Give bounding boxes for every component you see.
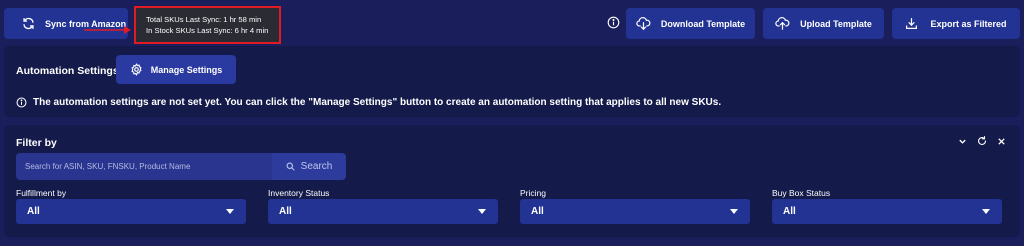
filter-panel-controls [958,136,1006,146]
automation-settings-panel: Automation Settings Manage Settings The … [4,46,1020,117]
info-icon[interactable] [607,16,620,29]
fulfillment-by-select[interactable]: All [16,199,246,224]
buy-box-status-label: Buy Box Status [772,188,831,198]
top-toolbar: Sync from Amazon Total SKUs Last Sync: 1… [0,0,1024,46]
buy-box-status-value: All [783,206,796,217]
export-as-filtered-button[interactable]: Export as Filtered [892,8,1020,39]
download-template-button[interactable]: Download Template [626,8,755,39]
sync-status-box: Total SKUs Last Sync: 1 hr 58 min In Sto… [134,6,281,44]
search-input[interactable] [25,162,272,171]
manage-settings-label: Manage Settings [150,64,223,75]
caret-down-icon [226,209,234,214]
gear-icon [131,63,142,76]
caret-down-icon [478,209,486,214]
search-field [16,153,272,180]
manage-settings-button[interactable]: Manage Settings [116,55,236,84]
chevron-down-icon[interactable] [958,137,967,146]
automation-notice: The automation settings are not set yet.… [16,97,721,108]
in-stock-skus-sync-text: In Stock SKUs Last Sync: 6 hr 4 min [146,26,269,35]
upload-template-button[interactable]: Upload Template [763,8,884,39]
filter-panel: Filter by Search Fulfillment by All Inve… [4,125,1020,237]
filter-title: Filter by [16,137,57,149]
total-skus-sync-text: Total SKUs Last Sync: 1 hr 58 min [146,15,262,24]
search-button-label: Search [300,161,333,172]
caret-down-icon [730,209,738,214]
close-icon[interactable] [997,137,1006,146]
upload-template-label: Upload Template [800,18,872,29]
upload-icon [775,17,790,30]
inventory-status-label: Inventory Status [268,188,330,198]
caret-down-icon [982,209,990,214]
download-icon [636,17,651,30]
refresh-icon[interactable] [977,136,987,146]
fulfillment-by-label: Fulfillment by [16,188,67,198]
buy-box-status-select[interactable]: All [772,199,1002,224]
export-as-filtered-label: Export as Filtered [930,18,1007,29]
pricing-label: Pricing [520,188,546,198]
automation-settings-label: Automation Settings [16,65,119,77]
automation-notice-text: The automation settings are not set yet.… [33,97,722,108]
info-icon [16,97,27,108]
search-button[interactable]: Search [272,153,346,180]
pricing-value: All [531,206,544,217]
fulfillment-by-value: All [27,206,40,217]
pricing-select[interactable]: All [520,199,750,224]
red-arrow-annotation [84,26,131,34]
sync-icon [23,17,34,30]
inventory-status-value: All [279,206,292,217]
download-template-label: Download Template [660,18,746,29]
inventory-status-select[interactable]: All [268,199,498,224]
search-icon [286,162,295,171]
export-icon [906,18,918,29]
